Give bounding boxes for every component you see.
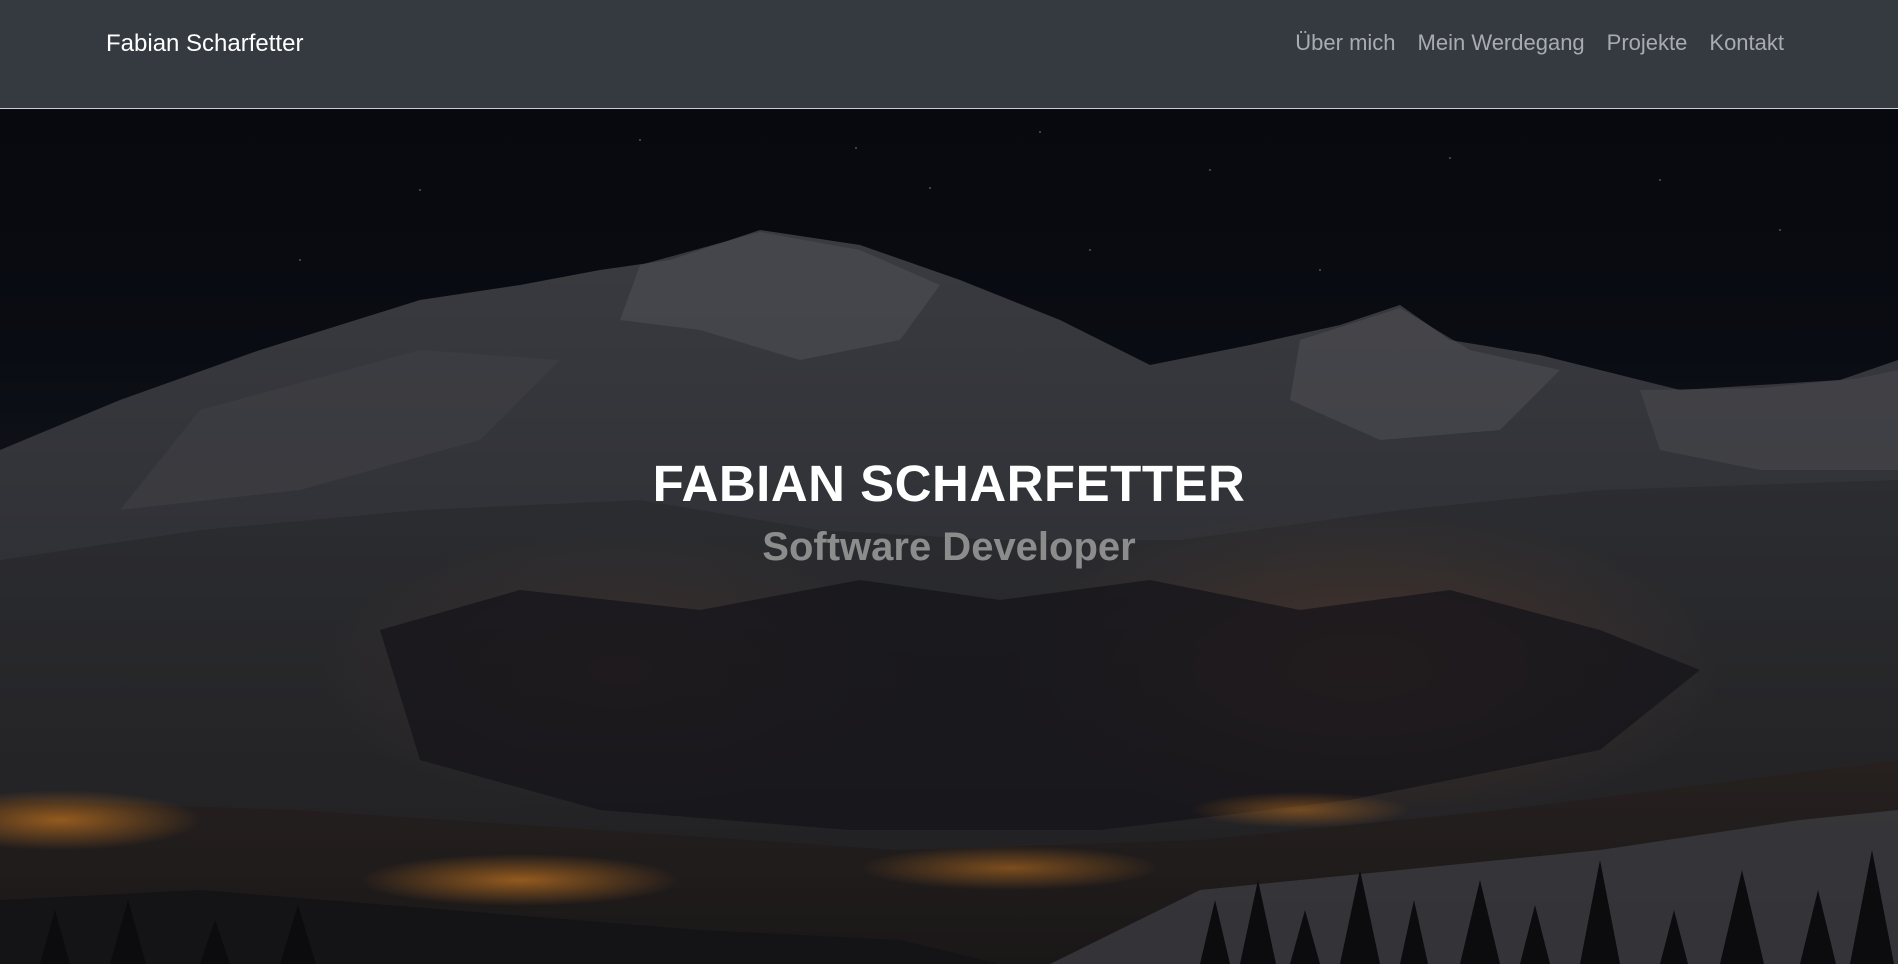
navbar: Fabian Scharfetter Über mich Mein Werdeg… (0, 0, 1898, 109)
hero-section: FABIAN SCHARFETTER Software Developer (0, 110, 1898, 964)
hero-subtitle: Software Developer (762, 525, 1136, 569)
nav-item-projekte: Projekte (1596, 28, 1699, 58)
nav-link-werdegang[interactable]: Mein Werdegang (1407, 28, 1596, 58)
nav-item-ueber-mich: Über mich (1284, 28, 1406, 58)
nav-link-kontakt[interactable]: Kontakt (1698, 28, 1784, 58)
brand-link[interactable]: Fabian Scharfetter (106, 29, 303, 59)
nav-link-ueber-mich[interactable]: Über mich (1284, 28, 1406, 58)
nav-item-kontakt: Kontakt (1698, 28, 1784, 58)
hero-title: FABIAN SCHARFETTER (652, 455, 1246, 512)
hero-text: FABIAN SCHARFETTER Software Developer (0, 454, 1898, 574)
nav-menu: Über mich Mein Werdegang Projekte Kontak… (1284, 28, 1784, 58)
nav-item-werdegang: Mein Werdegang (1407, 28, 1596, 58)
nav-link-projekte[interactable]: Projekte (1596, 28, 1699, 58)
